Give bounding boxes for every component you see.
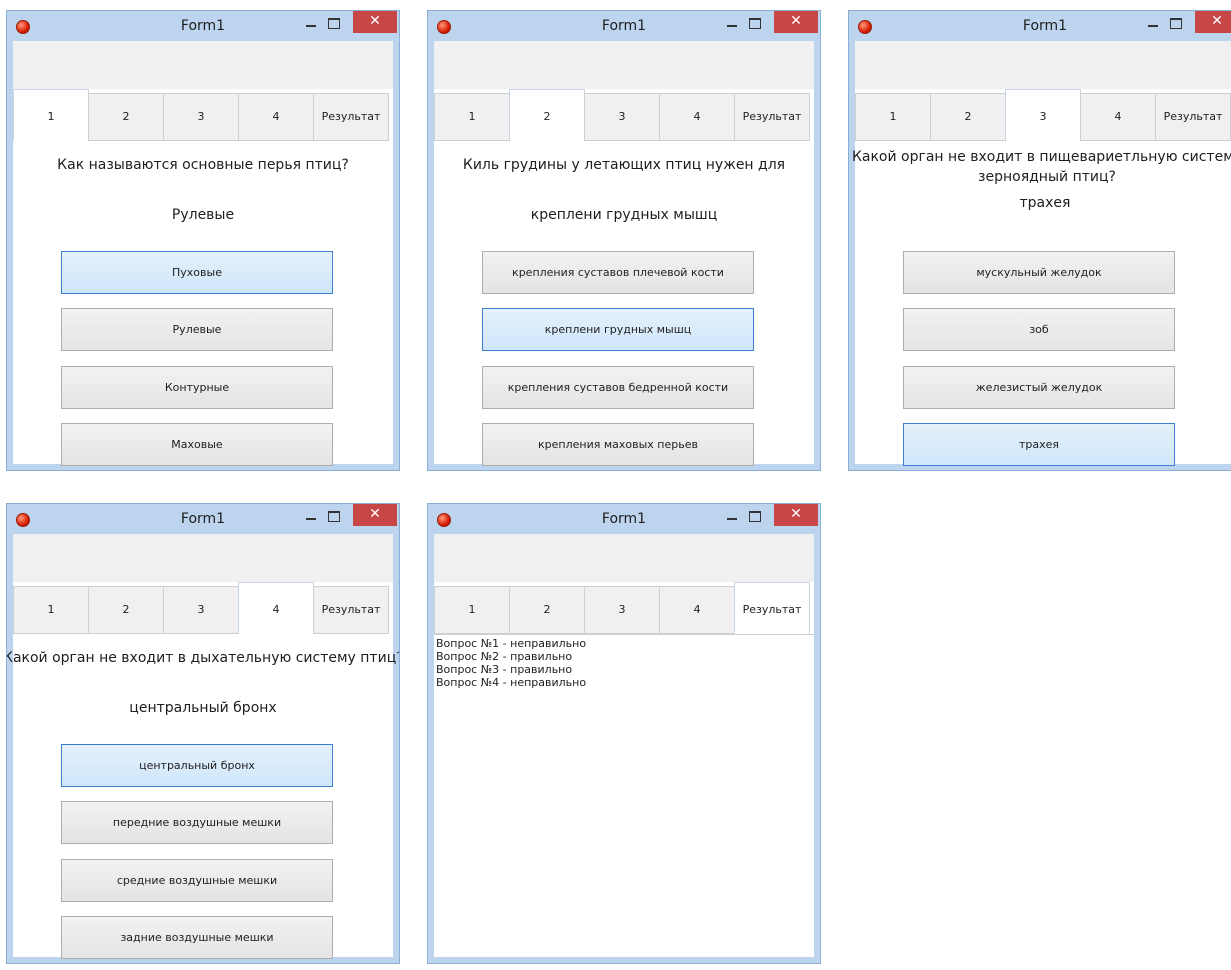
client-area: 1 2 3 4 Результат Киль грудины у летающих пти… <box>434 41 814 466</box>
close-button[interactable]: ✕ <box>353 11 397 33</box>
selected-answer-label: центральный бронх <box>129 700 277 716</box>
close-button[interactable]: ✕ <box>774 504 818 526</box>
form-window-1: Form1 ✕ 1 2 3 4 Результат Как называются основн… <box>6 10 400 471</box>
selected-answer-label: трахея <box>1019 195 1071 211</box>
result-line: Вопрос №4 - неправильно <box>436 676 587 689</box>
maximize-button[interactable] <box>328 18 340 29</box>
answer-option-button[interactable]: мускульный желудок <box>903 251 1175 294</box>
maximize-button[interactable] <box>749 18 761 29</box>
title-bar[interactable]: Form1 ✕ <box>7 11 399 41</box>
close-button[interactable]: ✕ <box>353 504 397 526</box>
question-label: Какой орган не входит в пищевариетльную … <box>851 149 1231 185</box>
form-window-5: Form1 ✕ 1 2 3 4 Результат Вопрос №1 - неправиль… <box>427 503 821 964</box>
tab-2[interactable]: 2 <box>509 89 585 141</box>
tab-3[interactable]: 3 <box>163 93 239 141</box>
maximize-button[interactable] <box>749 511 761 522</box>
window-frame-right <box>393 41 399 470</box>
answer-option-button[interactable]: крепления суставов плечевой кости <box>482 251 754 294</box>
tab-2[interactable]: 2 <box>88 586 164 634</box>
question-label: Какой орган не входит в дыхательную сист… <box>6 650 400 666</box>
answer-option-button[interactable]: железистый желудок <box>903 366 1175 409</box>
answer-option-button[interactable]: Пуховые <box>61 251 333 294</box>
close-button[interactable]: ✕ <box>1195 11 1231 33</box>
window-frame-right <box>814 41 820 470</box>
window-title: Form1 <box>601 18 647 34</box>
minimize-button[interactable] <box>727 514 737 520</box>
tab-3[interactable]: 3 <box>584 586 660 634</box>
minimize-button[interactable] <box>306 514 316 520</box>
answer-option-button[interactable]: трахея <box>903 423 1175 466</box>
question-label: Киль грудины у летающих птиц нужен для <box>462 157 786 173</box>
tab-result[interactable]: Результат <box>734 582 810 634</box>
empty-strip <box>13 41 393 89</box>
answer-option-button[interactable]: креплени грудных мышц <box>482 308 754 351</box>
tab-1[interactable]: 1 <box>434 93 510 141</box>
window-title: Form1 <box>601 511 647 527</box>
tab-1[interactable]: 1 <box>13 586 89 634</box>
maximize-button[interactable] <box>1170 18 1182 29</box>
window-title: Form1 <box>180 511 226 527</box>
answer-option-button[interactable]: крепления маховых перьев <box>482 423 754 466</box>
tab-4[interactable]: 4 <box>659 586 735 634</box>
tab-1[interactable]: 1 <box>13 89 89 141</box>
title-bar[interactable]: Form1 ✕ <box>428 11 820 41</box>
minimize-button[interactable] <box>727 21 737 27</box>
tab-result[interactable]: Результат <box>313 93 389 141</box>
selected-answer-label: Рулевые <box>171 207 235 223</box>
form-window-4: Form1 ✕ 1 2 3 4 Результат Какой орган не входит… <box>6 503 400 964</box>
window-frame-right <box>814 534 820 963</box>
window-title: Form1 <box>180 18 226 34</box>
empty-strip <box>434 41 814 89</box>
empty-strip <box>855 41 1231 89</box>
empty-strip <box>434 534 814 582</box>
result-panel: Вопрос №1 - неправильно Вопрос №2 - прави… <box>434 634 814 957</box>
answer-option-button[interactable]: крепления суставов бедренной кости <box>482 366 754 409</box>
answer-option-button[interactable]: передние воздушные мешки <box>61 801 333 844</box>
tab-3[interactable]: 3 <box>163 586 239 634</box>
tab-4[interactable]: 4 <box>238 93 314 141</box>
answer-option-button[interactable]: зоб <box>903 308 1175 351</box>
tab-2[interactable]: 2 <box>88 93 164 141</box>
tab-1[interactable]: 1 <box>855 93 931 141</box>
answer-option-button[interactable]: Маховые <box>61 423 333 466</box>
result-line: Вопрос №1 - неправильно <box>436 637 587 650</box>
result-line: Вопрос №3 - правильно <box>436 663 573 676</box>
client-area: 1 2 3 4 Результат Какой орган не входит в пищ… <box>852 41 1231 466</box>
question-label: Как называются основные перья птиц? <box>57 157 349 173</box>
minimize-button[interactable] <box>1148 21 1158 27</box>
answer-option-button[interactable]: центральный бронх <box>61 744 333 787</box>
tab-4[interactable]: 4 <box>238 582 314 634</box>
selected-answer-label: креплени грудных мышц <box>530 207 718 223</box>
answer-option-button[interactable]: задние воздушные мешки <box>61 916 333 959</box>
title-bar[interactable]: Form1 ✕ <box>849 11 1231 41</box>
tab-2[interactable]: 2 <box>509 586 585 634</box>
tab-2[interactable]: 2 <box>930 93 1006 141</box>
title-bar[interactable]: Form1 ✕ <box>428 504 820 534</box>
answer-option-button[interactable]: Контурные <box>61 366 333 409</box>
tab-3[interactable]: 3 <box>584 93 660 141</box>
client-area: 1 2 3 4 Результат Какой орган не входит в дых… <box>7 534 399 959</box>
window-frame-bottom <box>428 957 820 963</box>
client-area: 1 2 3 4 Результат Вопрос №1 - неправильно Вопр… <box>434 534 814 957</box>
tab-4[interactable]: 4 <box>1080 93 1156 141</box>
form-window-3: Form1 ✕ 1 2 3 4 Результат Какой орган не входит… <box>848 10 1231 471</box>
tab-result[interactable]: Результат <box>1155 93 1231 141</box>
minimize-button[interactable] <box>306 21 316 27</box>
close-button[interactable]: ✕ <box>774 11 818 33</box>
empty-strip <box>13 534 393 582</box>
tab-result[interactable]: Результат <box>734 93 810 141</box>
title-bar[interactable]: Form1 ✕ <box>7 504 399 534</box>
answer-option-button[interactable]: средние воздушные мешки <box>61 859 333 902</box>
tab-result[interactable]: Результат <box>313 586 389 634</box>
result-line: Вопрос №2 - правильно <box>436 650 573 663</box>
window-frame-right <box>393 534 399 963</box>
tab-3[interactable]: 3 <box>1005 89 1081 141</box>
client-area: 1 2 3 4 Результат Как называются основные пер… <box>13 41 393 466</box>
form-window-2: Form1 ✕ 1 2 3 4 Результат Киль грудины у летающ… <box>427 10 821 471</box>
maximize-button[interactable] <box>328 511 340 522</box>
tab-1[interactable]: 1 <box>434 586 510 634</box>
answer-option-button[interactable]: Рулевые <box>61 308 333 351</box>
tab-4[interactable]: 4 <box>659 93 735 141</box>
